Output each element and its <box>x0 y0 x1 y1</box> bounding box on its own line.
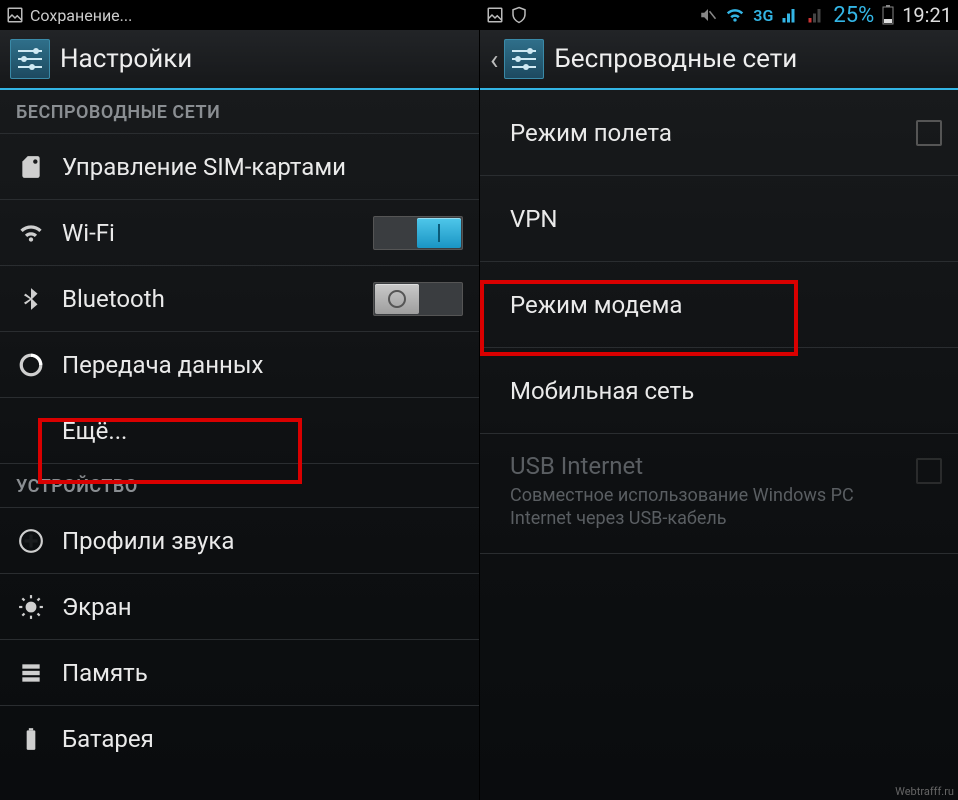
image-icon <box>486 6 504 24</box>
settings-sliders-icon <box>504 39 544 79</box>
item-label: Ещё... <box>16 417 463 445</box>
back-chevron-icon[interactable]: ‹ <box>490 43 498 76</box>
item-storage[interactable]: Память <box>0 640 479 706</box>
item-usb-internet: USB Internet Совместное использование Wi… <box>480 434 958 554</box>
item-data-usage[interactable]: Передача данных <box>0 332 479 398</box>
item-wifi[interactable]: Wi-Fi <box>0 200 479 266</box>
section-device: УСТРОЙСТВО <box>0 464 479 508</box>
battery-percent: 25% <box>833 3 874 28</box>
item-more[interactable]: Ещё... <box>0 398 479 464</box>
item-label: Wi-Fi <box>62 219 357 247</box>
sim-icon <box>16 152 46 182</box>
statusbar-left: Сохранение... <box>0 0 479 30</box>
bluetooth-icon <box>16 284 46 314</box>
statusbar-saving-text: Сохранение... <box>30 6 132 25</box>
item-sound-profiles[interactable]: Профили звука <box>0 508 479 574</box>
item-label: Профили звука <box>62 527 463 555</box>
item-tethering[interactable]: Режим модема <box>480 262 958 348</box>
item-sim-management[interactable]: Управление SIM-картами <box>0 134 479 200</box>
item-display[interactable]: Экран <box>0 574 479 640</box>
item-airplane-mode[interactable]: Режим полета <box>480 90 958 176</box>
mute-icon <box>699 6 717 24</box>
item-label: Экран <box>62 593 463 621</box>
item-bluetooth[interactable]: Bluetooth <box>0 266 479 332</box>
item-mobile-network[interactable]: Мобильная сеть <box>480 348 958 434</box>
settings-list: БЕСПРОВОДНЫЕ СЕТИ Управление SIM-картами… <box>0 90 479 800</box>
clock: 19:21 <box>902 3 952 27</box>
wifi-icon <box>16 218 46 248</box>
airplane-checkbox[interactable] <box>916 120 942 146</box>
item-label: Режим модема <box>496 291 942 319</box>
item-label: USB Internet <box>510 452 900 480</box>
item-label: Bluetooth <box>62 285 357 313</box>
settings-header: Настройки <box>0 30 479 90</box>
item-label: Мобильная сеть <box>496 377 942 405</box>
signal-bars-icon <box>781 6 799 24</box>
item-vpn[interactable]: VPN <box>480 176 958 262</box>
wifi-switch[interactable] <box>373 216 463 250</box>
shield-icon <box>510 6 528 24</box>
item-label: VPN <box>496 205 942 233</box>
wireless-header[interactable]: ‹ Беспроводные сети <box>480 30 958 90</box>
section-wireless: БЕСПРОВОДНЫЕ СЕТИ <box>0 90 479 134</box>
network-type: 3G <box>753 6 773 25</box>
signal-bars-2-icon <box>807 6 825 24</box>
item-label: Батарея <box>62 725 463 753</box>
settings-main-pane: Сохранение... Настройки БЕСПРОВОДНЫЕ СЕТ… <box>0 0 479 800</box>
wireless-settings-pane: 3G 25% 19:21 ‹ <box>479 0 958 800</box>
wireless-title: Беспроводные сети <box>554 44 797 74</box>
sound-icon <box>16 526 46 556</box>
data-usage-icon <box>16 350 46 380</box>
display-icon <box>16 592 46 622</box>
usb-checkbox <box>916 458 942 484</box>
statusbar-right: 3G 25% 19:21 <box>480 0 958 30</box>
item-subtitle: Совместное использование Windows PC Inte… <box>510 484 900 531</box>
bluetooth-switch[interactable] <box>373 282 463 316</box>
watermark: Webtrafff.ru <box>895 785 954 798</box>
item-label: Управление SIM-картами <box>62 153 463 181</box>
image-icon <box>6 6 24 24</box>
battery-status-icon <box>882 5 894 25</box>
item-label: Память <box>62 659 463 687</box>
settings-title: Настройки <box>60 44 192 74</box>
item-label: Передача данных <box>62 351 463 379</box>
item-battery[interactable]: Батарея <box>0 706 479 772</box>
storage-icon <box>16 658 46 688</box>
item-label: Режим полета <box>496 119 900 147</box>
wifi-status-icon <box>725 5 745 25</box>
wireless-list: Режим полета VPN Режим модема Мобильная … <box>480 90 958 800</box>
settings-sliders-icon <box>10 39 50 79</box>
battery-icon <box>16 724 46 754</box>
